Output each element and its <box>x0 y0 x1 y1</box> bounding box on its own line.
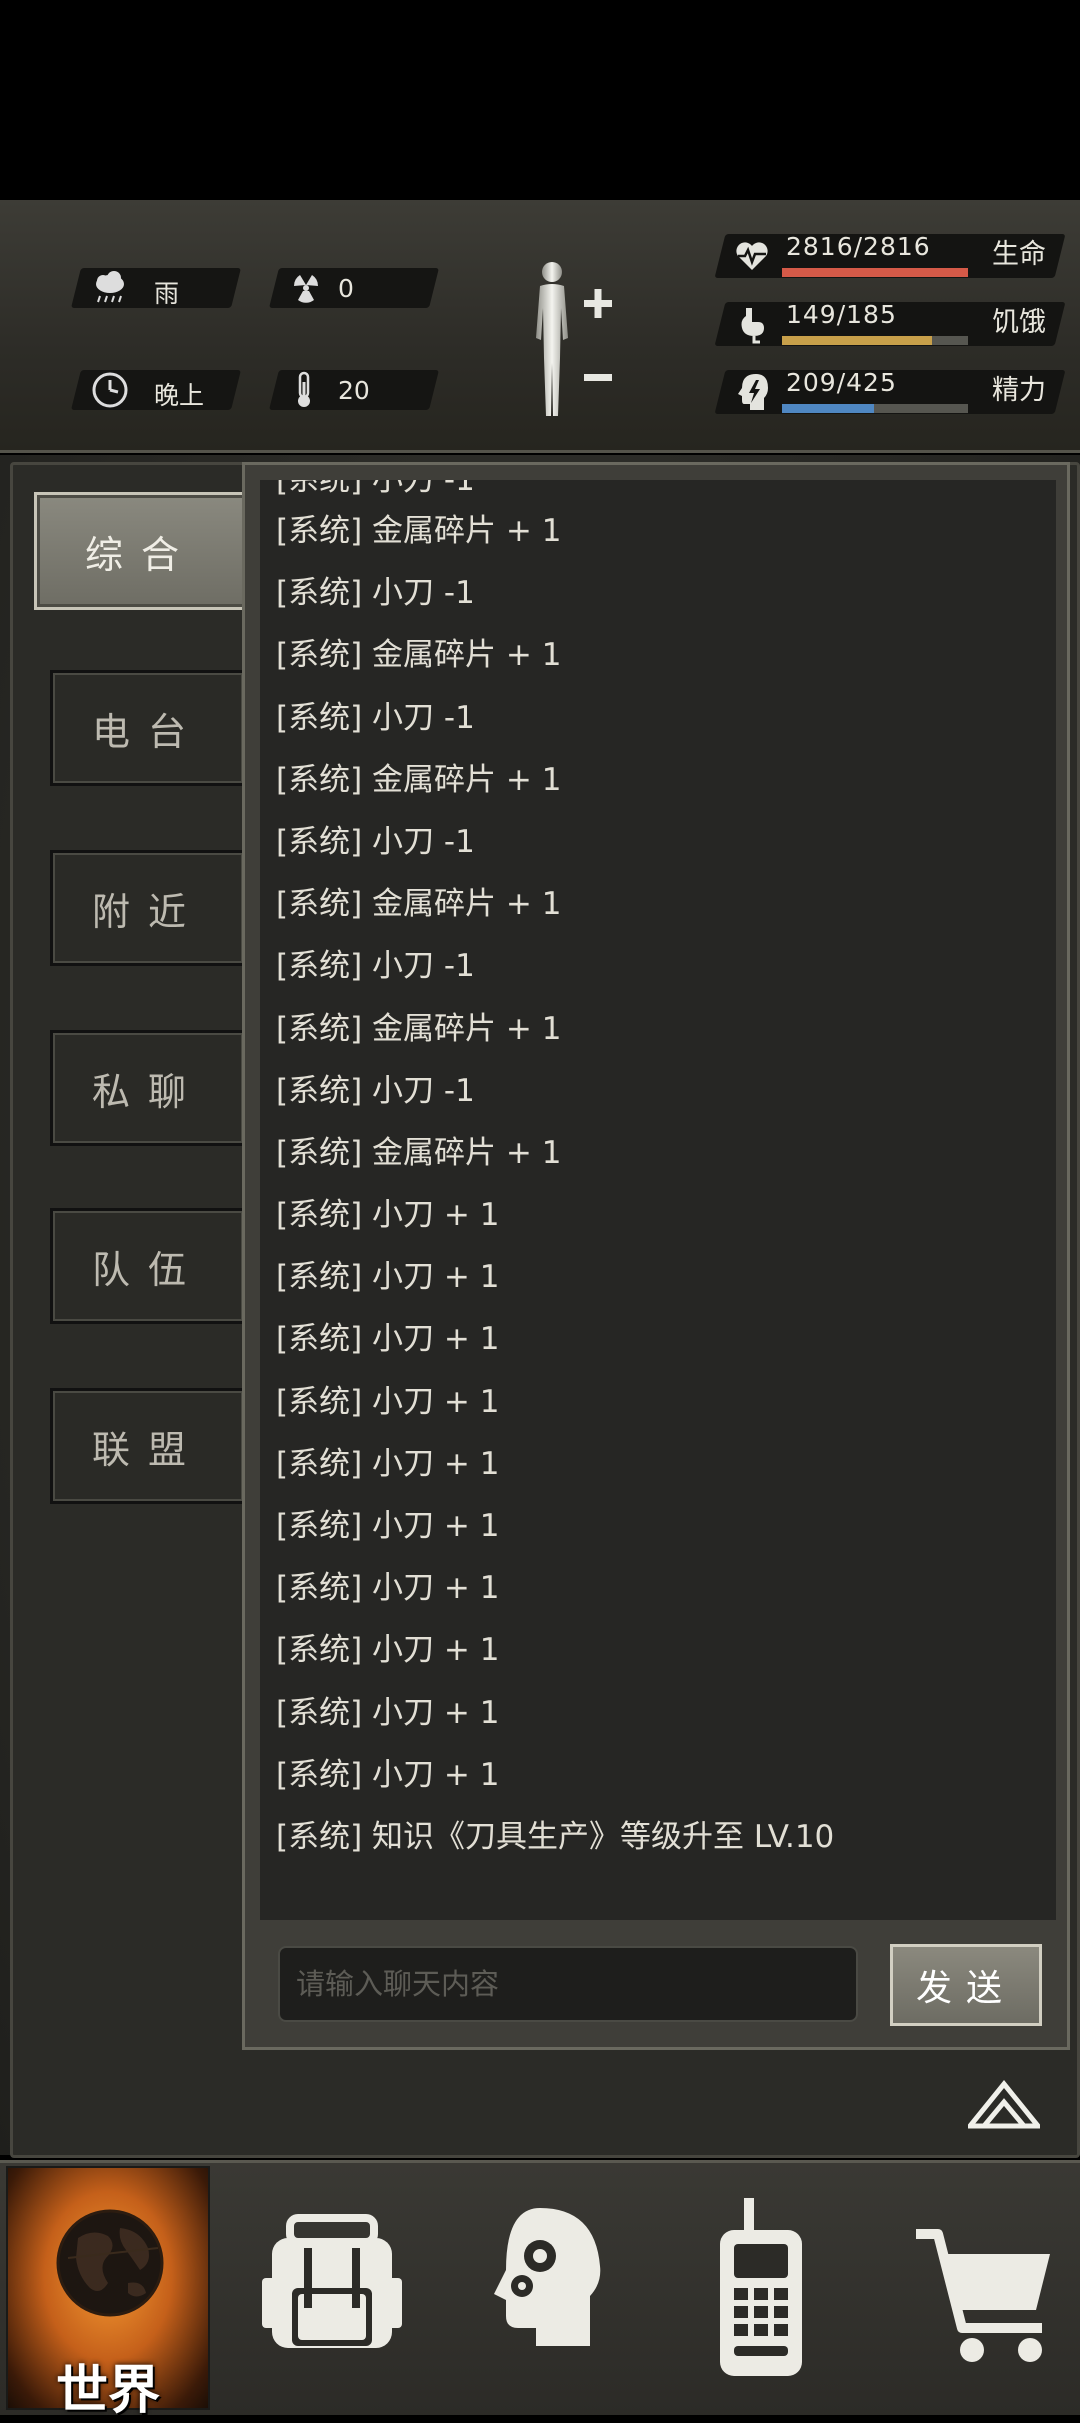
stomach-icon <box>741 308 764 344</box>
time-chip: 晚上 <box>71 370 241 410</box>
chat-line: [系统] 小刀 -1 <box>276 1072 475 1109</box>
health-value: 2816/2816 <box>786 232 931 261</box>
chat-input[interactable]: 请输入聊天内容 <box>278 1946 858 2022</box>
send-button[interactable]: 发送 <box>890 1944 1042 2026</box>
hunger-fill <box>782 336 932 345</box>
weather-value: 雨 <box>154 279 180 308</box>
energy-bar: 209/425 精力 <box>714 364 1066 414</box>
shopping-cart-icon[interactable] <box>880 2178 1080 2398</box>
backpack-icon[interactable] <box>232 2178 432 2398</box>
chat-line: [系统] 小刀 + 1 <box>276 1321 500 1358</box>
walkie-talkie-icon[interactable] <box>660 2178 860 2398</box>
chat-line: [系统] 小刀 + 1 <box>276 1508 500 1544</box>
chat-line: [系统] 小刀 -1 <box>276 699 475 736</box>
chat-line: [系统] 小刀 + 1 <box>276 1259 500 1296</box>
chat-line-partial: [系统] 小刀 -1 <box>276 480 475 498</box>
chat-line: [系统] 小刀 -1 <box>276 575 475 612</box>
head-gears-icon[interactable] <box>440 2178 640 2398</box>
chat-log[interactable]: [系统] 小刀 -1 [系统] 金属碎片 + 1 [系统] 小刀 -1 [系统]… <box>260 480 1056 1920</box>
health-label: 生命 <box>992 239 1046 270</box>
chat-line: [系统] 金属碎片 + 1 <box>276 761 562 798</box>
thermometer-icon <box>298 371 310 407</box>
energy-fill <box>782 404 874 413</box>
tab-nearby[interactable]: 附近 <box>50 850 246 966</box>
tab-private[interactable]: 私聊 <box>50 1030 246 1146</box>
minus-icon[interactable] <box>584 374 612 381</box>
chat-line: [系统] 小刀 + 1 <box>276 1570 500 1607</box>
radiation-chip: 0 <box>269 268 439 308</box>
chat-line: [系统] 小刀 -1 <box>276 948 475 985</box>
chat-line: [系统] 小刀 -1 <box>276 823 475 860</box>
health-bar: 2816/2816 生命 <box>714 228 1066 278</box>
collapse-up-icon[interactable] <box>968 2080 1040 2130</box>
health-fill <box>782 268 968 277</box>
nav-world-button[interactable]: 世界 <box>6 2166 210 2421</box>
globe-icon <box>56 2209 164 2317</box>
chat-line: [系统] 小刀 + 1 <box>276 1197 500 1234</box>
tab-alliance[interactable]: 联盟 <box>50 1388 246 1504</box>
energy-label: 精力 <box>992 375 1046 406</box>
heart-pulse-icon <box>736 242 768 270</box>
body-status-figure[interactable] <box>520 258 630 423</box>
tab-general[interactable]: 综合 <box>34 492 248 610</box>
chat-line: [系统] 金属碎片 + 1 <box>276 513 562 549</box>
chat-line: [系统] 知识《刀具生产》等级升至 LV.10 <box>276 1818 835 1855</box>
chat-line: [系统] 金属碎片 + 1 <box>276 886 562 923</box>
rain-cloud-icon <box>96 271 124 303</box>
clock-icon <box>92 372 128 408</box>
chat-line: [系统] 小刀 + 1 <box>276 1383 500 1420</box>
chat-line: [系统] 金属碎片 + 1 <box>276 1134 562 1171</box>
energy-value: 209/425 <box>786 368 897 397</box>
time-value: 晚上 <box>154 381 205 410</box>
head-lightning-icon <box>738 374 768 410</box>
radiation-value: 0 <box>338 274 354 303</box>
hunger-bar: 149/185 饥饿 <box>714 296 1066 346</box>
tab-team[interactable]: 队伍 <box>50 1208 246 1324</box>
chat-line: [系统] 小刀 + 1 <box>276 1756 500 1793</box>
temperature-chip: 20 <box>269 370 439 410</box>
temperature-value: 20 <box>338 376 370 405</box>
chat-line: [系统] 小刀 + 1 <box>276 1632 500 1669</box>
weather-chip: 雨 <box>71 268 241 308</box>
radiation-icon <box>293 275 319 303</box>
chat-line: [系统] 小刀 + 1 <box>276 1694 500 1731</box>
chat-line: [系统] 金属碎片 + 1 <box>276 1010 562 1047</box>
hunger-label: 饥饿 <box>992 307 1046 338</box>
hunger-value: 149/185 <box>786 300 897 329</box>
chat-line: [系统] 小刀 + 1 <box>276 1445 500 1482</box>
tab-radio[interactable]: 电台 <box>50 670 246 786</box>
chat-line: [系统] 金属碎片 + 1 <box>276 637 562 674</box>
